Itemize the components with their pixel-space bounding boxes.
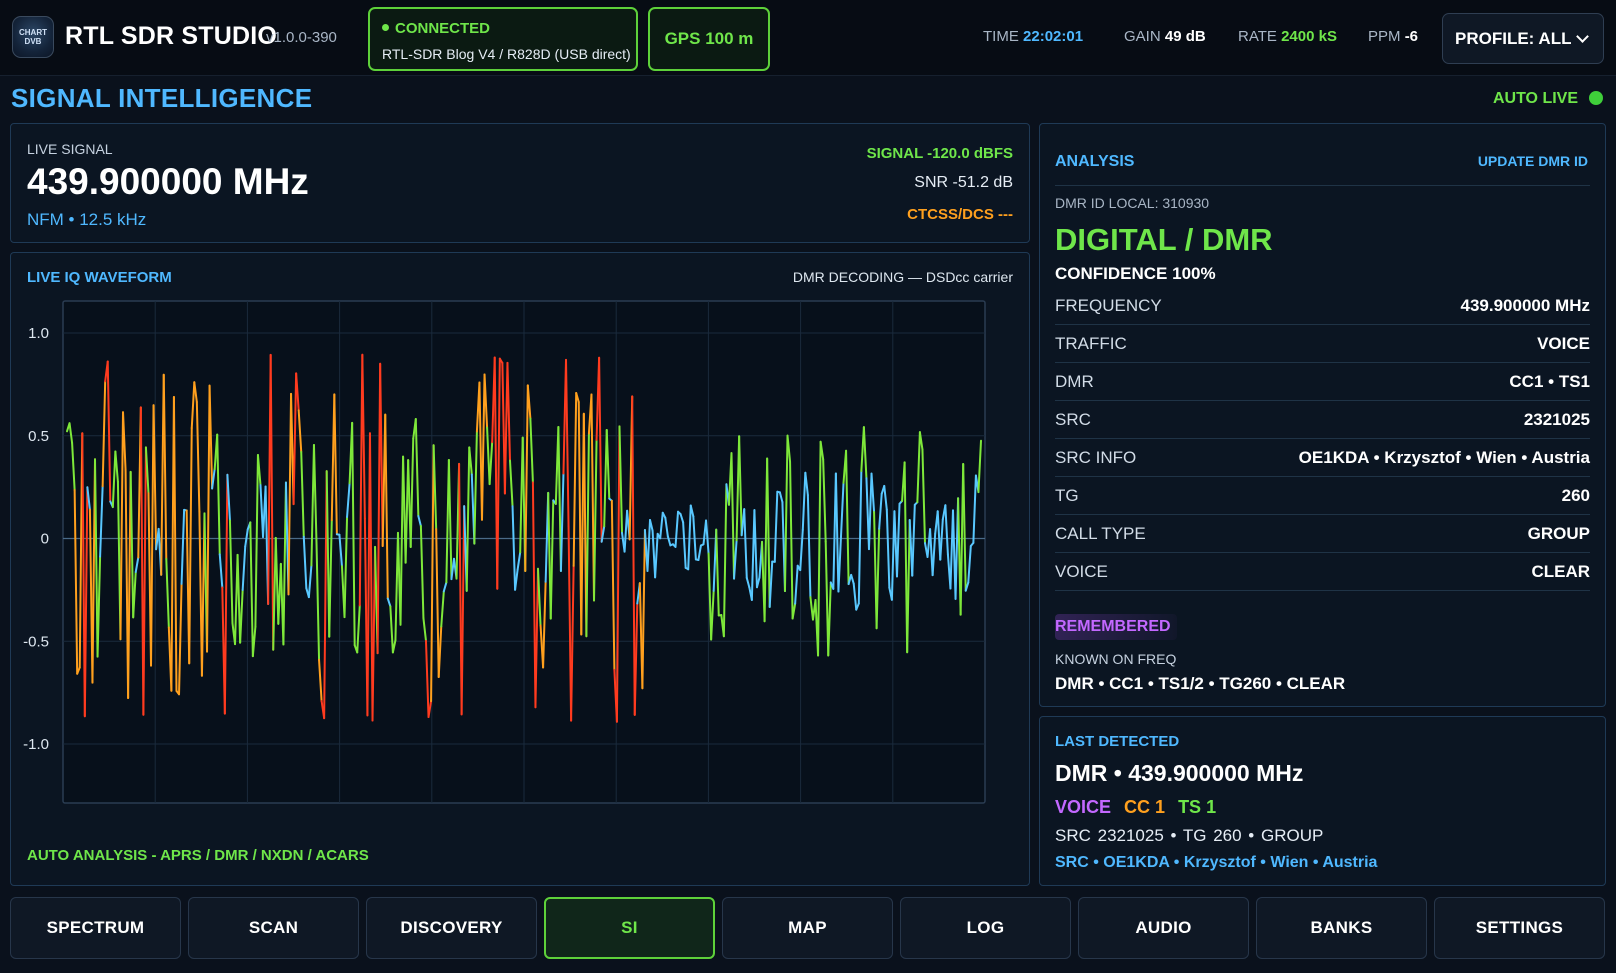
analysis-row-key: TG — [1055, 486, 1079, 505]
tab-scan[interactable]: SCAN — [188, 897, 359, 959]
analysis-row-value: CC1 • TS1 — [1509, 372, 1590, 391]
iq-waveform-panel: LIVE IQ WAVEFORM DMR DECODING — DSDcc ca… — [10, 252, 1030, 886]
ppm-readout: PPM -6 — [1368, 28, 1418, 45]
last-detected-src-info: SRC • OE1KDA • Krzysztof • Wien • Austri… — [1055, 854, 1378, 871]
auto-analysis-label: AUTO ANALYSIS - APRS / DMR / NXDN / ACAR… — [27, 847, 369, 864]
tab-log[interactable]: LOG — [900, 897, 1071, 959]
tab-discovery[interactable]: DISCOVERY — [366, 897, 537, 959]
time-value: 22:02:01 — [1023, 28, 1084, 45]
modulation-bandwidth: NFM • 12.5 kHz — [27, 210, 147, 229]
analysis-row-key: SRC — [1055, 410, 1091, 429]
signal-type: DIGITAL / DMR — [1055, 222, 1273, 257]
y-tick-label: -1.0 — [23, 736, 49, 753]
connection-status-label: CONNECTED — [395, 20, 491, 37]
known-on-freq-value: DMR • CC1 • TS1/2 • TG260 • CLEAR — [1055, 674, 1346, 693]
tab-map[interactable]: MAP — [722, 897, 893, 959]
color-code-tag: CC 1 — [1124, 797, 1166, 817]
rate-readout: RATE 2400 kS — [1238, 28, 1337, 45]
timeslot-tag: TS 1 — [1178, 797, 1217, 817]
update-dmr-id-button[interactable]: UPDATE DMR ID — [1478, 153, 1588, 169]
snr-value: SNR -51.2 dB — [914, 174, 1013, 191]
connected-device: RTL-SDR Blog V4 / R828D (USB direct) — [382, 46, 631, 62]
analysis-row-value: 439.900000 MHz — [1460, 296, 1590, 315]
analysis-row-value: 260 — [1561, 486, 1590, 505]
logo-text: CHART DVB — [19, 28, 47, 46]
ppm-value: -6 — [1404, 28, 1419, 45]
live-signal-panel: LIVE SIGNAL 439.900000 MHz NFM • 12.5 kH… — [10, 123, 1030, 243]
live-indicator-icon — [1589, 91, 1603, 105]
chevron-down-icon — [1576, 30, 1589, 43]
tab-si[interactable]: SI — [544, 897, 715, 959]
page-title: SIGNAL INTELLIGENCE — [11, 83, 313, 113]
analysis-row-value: OE1KDA • Krzysztof • Wien • Austria — [1298, 448, 1590, 467]
tab-spectrum[interactable]: SPECTRUM — [10, 897, 181, 959]
analysis-row-key: TRAFFIC — [1055, 334, 1127, 353]
tab-audio[interactable]: AUDIO — [1078, 897, 1249, 959]
analysis-row-key: FREQUENCY — [1055, 296, 1162, 315]
gain-label: GAIN — [1124, 28, 1161, 45]
last-detected-tags: VOICE CC 1 TS 1 — [1055, 797, 1224, 818]
connection-status-box[interactable]: CONNECTED RTL-SDR Blog V4 / R828D (USB d… — [368, 7, 638, 71]
connected-dot-icon — [382, 23, 389, 31]
gain-readout: GAIN 49 dB — [1124, 28, 1206, 45]
rate-label: RATE — [1238, 28, 1277, 45]
analysis-title: ANALYSIS — [1055, 153, 1135, 170]
divider — [1055, 185, 1590, 186]
analysis-row-dmr: DMR CC1 • TS1 — [1055, 363, 1590, 401]
top-bar: CHART DVB RTL SDR STUDIO v1.0.0-390 CONN… — [0, 0, 1616, 76]
remembered-badge: REMEMBERED — [1055, 614, 1177, 640]
analysis-row-traffic: TRAFFIC VOICE — [1055, 325, 1590, 363]
app-title: RTL SDR STUDIO — [65, 22, 278, 50]
analysis-row-key: SRC INFO — [1055, 448, 1137, 467]
analysis-row-value: GROUP — [1527, 524, 1590, 543]
ctcss-dcs-value: CTCSS/DCS --- — [907, 206, 1013, 223]
last-detected-main: DMR • 439.900000 MHz — [1055, 760, 1304, 786]
last-detected-panel: LAST DETECTED DMR • 439.900000 MHz VOICE… — [1039, 716, 1606, 886]
tab-banks[interactable]: BANKS — [1256, 897, 1427, 959]
live-frequency: 439.900000 MHz — [27, 161, 309, 202]
analysis-row-value: 2321025 — [1523, 410, 1590, 429]
analysis-row-value: CLEAR — [1531, 562, 1590, 581]
signal-level: SIGNAL -120.0 dBFS — [866, 145, 1013, 162]
y-tick-label: 1.0 — [28, 325, 49, 342]
connection-status: CONNECTED — [382, 20, 490, 37]
last-detected-src-line: SRC 2321025 • TG 260 • GROUP — [1055, 826, 1324, 845]
dmr-id-local: DMR ID LOCAL: 310930 — [1055, 195, 1210, 211]
time-readout: TIME 22:02:01 — [983, 28, 1083, 45]
analysis-row-voice: VOICE CLEAR — [1055, 553, 1590, 591]
last-detected-title: LAST DETECTED — [1055, 733, 1180, 750]
analysis-row-src: SRC 2321025 — [1055, 401, 1590, 439]
analysis-row-key: VOICE — [1055, 562, 1108, 581]
analysis-row-tg: TG 260 — [1055, 477, 1590, 515]
auto-live-label: AUTO LIVE — [1492, 90, 1578, 107]
analysis-row-src-info: SRC INFO OE1KDA • Krzysztof • Wien • Aust… — [1055, 439, 1590, 477]
gps-button[interactable]: GPS 100 m — [648, 7, 770, 71]
time-label: TIME — [983, 28, 1019, 45]
confidence: CONFIDENCE 100% — [1055, 264, 1216, 283]
rate-value: 2400 kS — [1281, 28, 1337, 45]
app-logo-icon: CHART DVB — [12, 16, 54, 58]
voice-tag: VOICE — [1055, 797, 1112, 817]
ppm-label: PPM — [1368, 28, 1401, 45]
analysis-row-call-type: CALL TYPE GROUP — [1055, 515, 1590, 553]
known-on-freq-label: KNOWN ON FREQ — [1055, 651, 1177, 667]
analysis-panel: ANALYSIS UPDATE DMR ID DMR ID LOCAL: 310… — [1039, 123, 1606, 707]
gain-value: 49 dB — [1164, 28, 1206, 45]
tab-settings[interactable]: SETTINGS — [1434, 897, 1605, 959]
bottom-tab-bar: SPECTRUM SCAN DISCOVERY SI MAP LOG AUDIO BANKS S… — [10, 897, 1606, 961]
app-version: v1.0.0-390 — [266, 29, 337, 46]
analysis-row-frequency: FREQUENCY 439.900000 MHz — [1055, 287, 1590, 325]
analysis-row-value: VOICE — [1537, 334, 1590, 353]
y-tick-label: 0 — [41, 531, 49, 548]
profile-dropdown[interactable]: PROFILE: ALL — [1442, 13, 1604, 64]
profile-label: PROFILE: ALL — [1455, 28, 1572, 48]
analysis-row-key: CALL TYPE — [1055, 524, 1146, 543]
iq-waveform-plot: 1.0 0.5 0 -0.5 -1.0 — [23, 300, 986, 804]
y-tick-label: -0.5 — [23, 633, 49, 650]
y-tick-label: 0.5 — [28, 428, 49, 445]
analysis-row-key: DMR — [1055, 372, 1094, 391]
live-signal-label: LIVE SIGNAL — [27, 141, 113, 157]
